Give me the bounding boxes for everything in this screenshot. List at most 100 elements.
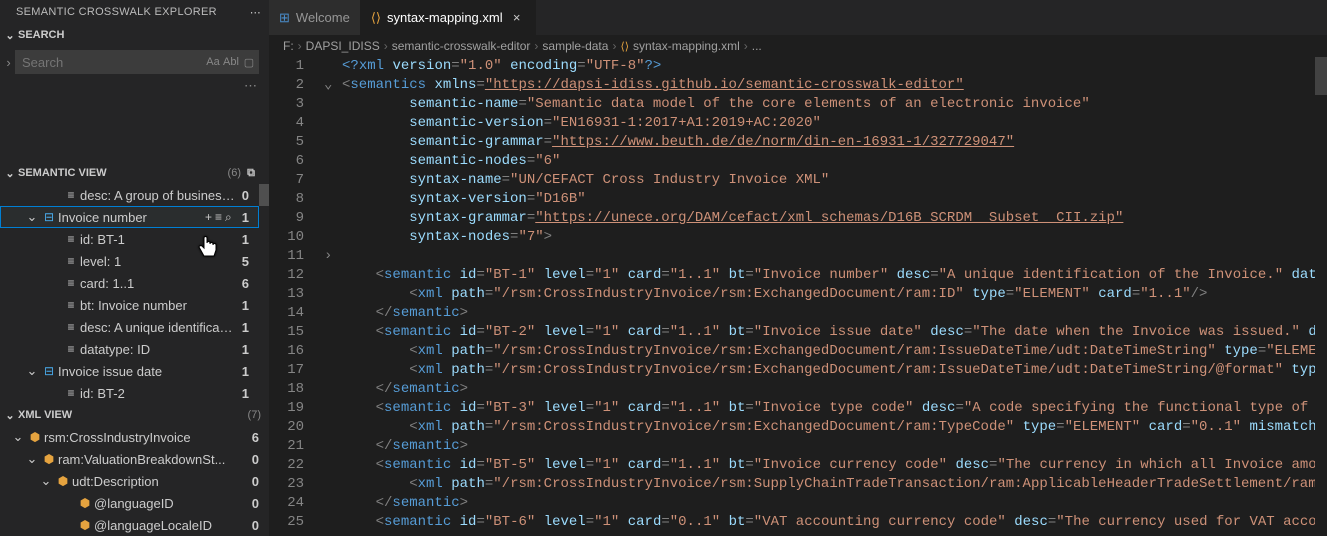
- fold-marker[interactable]: ⌄: [324, 76, 342, 95]
- editor-tab[interactable]: ⟨⟩syntax-mapping.xml×: [361, 0, 536, 35]
- breadcrumb-item[interactable]: sample-data: [542, 39, 608, 53]
- tree-row[interactable]: ≡id: BT-21: [0, 382, 259, 404]
- code-line[interactable]: <xml path="/rsm:CrossIndustryInvoice/rsm…: [342, 418, 1315, 437]
- tree-row[interactable]: ≡card: 1..16: [0, 272, 259, 294]
- code-line[interactable]: </semantic>: [342, 380, 1315, 399]
- tree-row[interactable]: ⌄⬢udt:Description0: [0, 470, 269, 492]
- code-line[interactable]: <semantic id="BT-3" level="1" card="1..1…: [342, 399, 1315, 418]
- node-icon: ⬢: [76, 518, 94, 532]
- code-line[interactable]: <xml path="/rsm:CrossIndustryInvoice/rsm…: [342, 361, 1315, 380]
- fold-marker: [324, 114, 342, 133]
- node-icon: ≡: [62, 276, 80, 290]
- code-line[interactable]: [342, 247, 1315, 266]
- chevron-right-icon[interactable]: ›: [6, 55, 11, 70]
- semantic-view-label: SEMANTIC VIEW: [18, 167, 222, 179]
- tree-row[interactable]: ⌄⬢rsm:CrossIndustryInvoice6: [0, 426, 269, 448]
- tree-item-label: datatype: ID: [80, 342, 236, 357]
- breadcrumbs[interactable]: F:›DAPSI_IDISS›semantic-crosswalk-editor…: [269, 35, 1327, 57]
- tree-row[interactable]: ≡level: 15: [0, 250, 259, 272]
- code-content[interactable]: <?xml version="1.0" encoding="UTF-8"?><s…: [342, 57, 1315, 536]
- more-icon[interactable]: ⋯: [250, 6, 261, 19]
- tree-row[interactable]: ≡bt: Invoice number1: [0, 294, 259, 316]
- code-line[interactable]: <xml path="/rsm:CrossIndustryInvoice/rsm…: [342, 285, 1315, 304]
- search-input[interactable]: [16, 55, 204, 70]
- search-box: Aa Abl ▢: [15, 50, 259, 74]
- node-icon: ≡: [62, 188, 80, 202]
- code-line[interactable]: <xml path="/rsm:CrossIndustryInvoice/rsm…: [342, 342, 1315, 361]
- semantic-scrollbar[interactable]: [259, 184, 269, 404]
- twisty-icon[interactable]: ⌄: [10, 429, 26, 445]
- fold-marker: [324, 475, 342, 494]
- twisty-icon[interactable]: ⌄: [24, 209, 40, 225]
- add-icon[interactable]: +: [205, 210, 212, 225]
- close-icon[interactable]: ×: [509, 10, 525, 25]
- node-icon: ⬢: [40, 452, 58, 466]
- code-line[interactable]: <semantic id="BT-6" level="1" card="0..1…: [342, 513, 1315, 532]
- tree-row[interactable]: ⌄⬢ram:ValuationBreakdownSt...0: [0, 448, 269, 470]
- sidebar-title: SEMANTIC CROSSWALK EXPLORER: [16, 6, 250, 18]
- search-section-header[interactable]: ⌄ SEARCH: [0, 24, 269, 46]
- code-line[interactable]: syntax-grammar="https://unece.org/DAM/ce…: [342, 209, 1315, 228]
- tree-row[interactable]: ≡desc: A group of business ...0: [0, 184, 259, 206]
- twisty-icon[interactable]: ⌄: [24, 363, 40, 379]
- breadcrumb-item[interactable]: ...: [752, 39, 762, 53]
- fold-marker: [324, 323, 342, 342]
- breadcrumb-item[interactable]: F:: [283, 39, 294, 53]
- match-word-icon[interactable]: Abl: [222, 56, 240, 69]
- tree-item-count: 1: [242, 320, 249, 335]
- code-line[interactable]: </semantic>: [342, 494, 1315, 513]
- code-line[interactable]: semantic-version="EN16931-1:2017+A1:2019…: [342, 114, 1315, 133]
- code-line[interactable]: semantic-nodes="6": [342, 152, 1315, 171]
- tree-row[interactable]: ≡id: BT-11: [0, 228, 259, 250]
- twisty-icon[interactable]: ⌄: [24, 451, 40, 467]
- match-case-icon[interactable]: Aa: [204, 56, 222, 69]
- editor-scrollbar[interactable]: [1315, 57, 1327, 536]
- line-number: 20: [269, 418, 304, 437]
- code-line[interactable]: syntax-version="D16B": [342, 190, 1315, 209]
- code-line[interactable]: <semantic id="BT-5" level="1" card="1..1…: [342, 456, 1315, 475]
- code-line[interactable]: </semantic>: [342, 437, 1315, 456]
- tree-item-label: level: 1: [80, 254, 236, 269]
- tree-item-label: bt: Invoice number: [80, 298, 236, 313]
- code-line[interactable]: <semantic id="BT-1" level="1" card="1..1…: [342, 266, 1315, 285]
- code-editor[interactable]: 1234567891011121314151617181920212223242…: [269, 57, 1327, 536]
- line-number: 4: [269, 114, 304, 133]
- tree-row[interactable]: ⌄⊟Invoice issue date1: [0, 360, 259, 382]
- code-line[interactable]: </semantic>: [342, 304, 1315, 323]
- tree-row[interactable]: ⌄⊟Invoice number+≡⌕1: [0, 206, 259, 228]
- line-number: 1: [269, 57, 304, 76]
- tree-row[interactable]: ⬢@languageID0: [0, 492, 269, 514]
- search-more-icon[interactable]: ⋯: [0, 78, 269, 96]
- code-line[interactable]: semantic-grammar="https://www.beuth.de/d…: [342, 133, 1315, 152]
- tree-row[interactable]: ≡datatype: ID1: [0, 338, 259, 360]
- regex-icon[interactable]: ▢: [240, 56, 258, 69]
- twisty-icon[interactable]: ⌄: [38, 473, 54, 489]
- code-line[interactable]: <?xml version="1.0" encoding="UTF-8"?>: [342, 57, 1315, 76]
- fold-marker: [324, 209, 342, 228]
- code-line[interactable]: <xml path="/rsm:CrossIndustryInvoice/rsm…: [342, 475, 1315, 494]
- line-number: 11: [269, 247, 304, 266]
- fold-marker[interactable]: ›: [324, 247, 342, 266]
- tree-item-label: desc: A group of business ...: [80, 188, 236, 203]
- filter-icon[interactable]: ≡: [215, 210, 222, 225]
- fold-marker: [324, 57, 342, 76]
- node-icon: ≡: [62, 386, 80, 400]
- code-line[interactable]: <semantic id="BT-2" level="1" card="1..1…: [342, 323, 1315, 342]
- tree-row[interactable]: ⬢@languageLocaleID0: [0, 514, 269, 536]
- code-line[interactable]: <semantics xmlns="https://dapsi-idiss.gi…: [342, 76, 1315, 95]
- breadcrumb-item[interactable]: syntax-mapping.xml: [633, 39, 740, 53]
- semantic-view-header[interactable]: ⌄ SEMANTIC VIEW (6) ⧉: [0, 162, 269, 184]
- tree-row[interactable]: ≡desc: A unique identificati...1: [0, 316, 259, 338]
- xml-view-header[interactable]: ⌄ XML VIEW (7): [0, 404, 269, 426]
- breadcrumb-item[interactable]: DAPSI_IDISS: [306, 39, 380, 53]
- copy-icon[interactable]: ⧉: [241, 167, 261, 180]
- fold-marker: [324, 437, 342, 456]
- editor-tab[interactable]: ⊞Welcome: [269, 0, 361, 35]
- fold-marker: [324, 190, 342, 209]
- breadcrumb-item[interactable]: semantic-crosswalk-editor: [392, 39, 531, 53]
- fold-gutter[interactable]: ⌄›: [324, 57, 342, 536]
- code-line[interactable]: syntax-nodes="7">: [342, 228, 1315, 247]
- code-line[interactable]: syntax-name="UN/CEFACT Cross Industry In…: [342, 171, 1315, 190]
- search-icon[interactable]: ⌕: [225, 210, 232, 225]
- code-line[interactable]: semantic-name="Semantic data model of th…: [342, 95, 1315, 114]
